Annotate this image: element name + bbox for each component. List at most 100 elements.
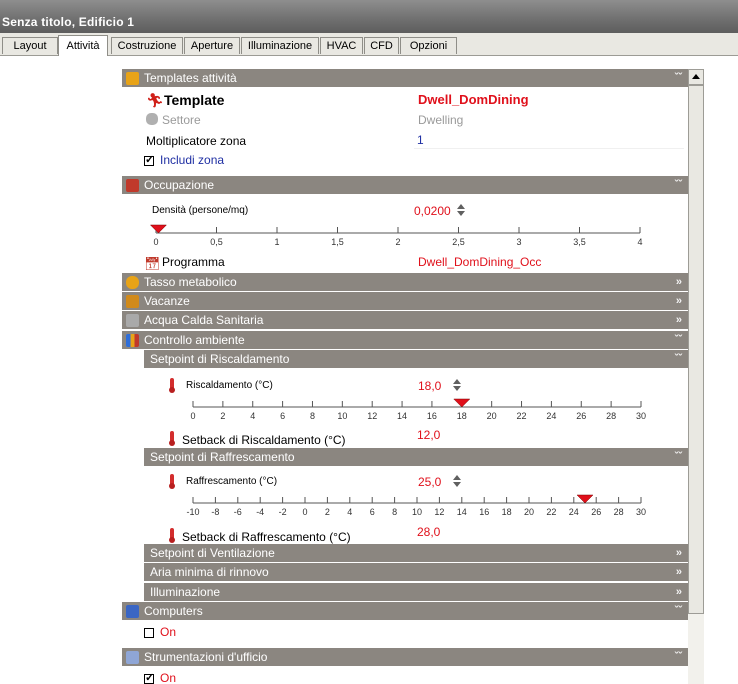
- section-occupazione-header[interactable]: Occupazione ˇˇ: [122, 176, 688, 194]
- scroll-up-button[interactable]: [688, 69, 704, 85]
- scale-tick-label: 10: [412, 507, 422, 517]
- collapse-chevron-icon[interactable]: ˇˇ: [675, 331, 682, 349]
- raffrescamento-slider[interactable]: -10 -8 -6 -4 -2 0 2 4 6 8 10 12 14 16 18 20 22 24 26 28 30: [122, 489, 688, 521]
- subsection-riscaldamento-header[interactable]: Setpoint di Riscaldamento ˇˇ: [144, 350, 688, 368]
- scale-tick-label: 18: [502, 507, 512, 517]
- tab-aperture[interactable]: Aperture: [184, 37, 240, 54]
- scale-tick-label: 4: [637, 237, 642, 247]
- collapse-chevron-icon[interactable]: ˇˇ: [675, 648, 682, 666]
- section-vacanze-header[interactable]: Vacanze »: [122, 292, 688, 310]
- collapse-chevron-icon[interactable]: ˇˇ: [675, 448, 682, 466]
- scale-tick-label: 4: [250, 411, 255, 421]
- includi-zona-checkbox[interactable]: ✓: [144, 154, 154, 166]
- scale-tick-label: 14: [397, 411, 407, 421]
- vertical-scrollbar[interactable]: [688, 69, 704, 684]
- densita-value[interactable]: 0,0200: [414, 204, 451, 218]
- tab-opzioni[interactable]: Opzioni: [400, 37, 457, 54]
- collapse-chevron-icon[interactable]: ˇˇ: [675, 602, 682, 620]
- scale-tick-label: 22: [546, 507, 556, 517]
- riscaldamento-value[interactable]: 18,0: [418, 379, 441, 393]
- riscaldamento-spinner[interactable]: [452, 379, 461, 391]
- office-equipment-icon: [126, 651, 139, 664]
- template-value[interactable]: Dwell_DomDining: [418, 92, 529, 107]
- subsection-label: Aria minima di rinnovo: [150, 565, 269, 579]
- slider-thumb[interactable]: [149, 224, 168, 234]
- scale-tick-label: 18: [457, 411, 467, 421]
- strumentazioni-on-checkbox[interactable]: ✓: [144, 672, 154, 684]
- setback-raffrescamento-input[interactable]: 28,0: [414, 524, 684, 541]
- expand-chevron-icon[interactable]: »: [676, 544, 682, 562]
- scroll-thumb[interactable]: [688, 85, 704, 614]
- scale-tick-label: 20: [524, 507, 534, 517]
- settore-label: Settore: [162, 113, 201, 127]
- tab-attivita[interactable]: Attività: [58, 35, 108, 56]
- tab-illuminazione[interactable]: Illuminazione: [241, 37, 319, 54]
- scale-tick-label: 0,5: [210, 237, 223, 247]
- moltiplicatore-value: 1: [417, 133, 424, 147]
- section-label: Controllo ambiente: [144, 333, 245, 347]
- window-titlebar: Senza titolo, Edificio 1: [0, 0, 738, 33]
- slider-thumb[interactable]: [576, 494, 594, 504]
- raffrescamento-spinner[interactable]: [452, 475, 461, 487]
- subsection-aria-header[interactable]: Aria minima di rinnovo »: [144, 563, 688, 581]
- subsection-illuminazione-header[interactable]: Illuminazione »: [144, 583, 688, 601]
- section-tasso-header[interactable]: Tasso metabolico »: [122, 273, 688, 291]
- section-label: Vacanze: [144, 294, 190, 308]
- scale-tick-label: 16: [479, 507, 489, 517]
- scale-tick-label: 12: [367, 411, 377, 421]
- subsection-raffrescamento-header[interactable]: Setpoint di Raffrescamento ˇˇ: [144, 448, 688, 466]
- activity-panel: Templates attività ˇˇ 🏃︎ Template Dwell_…: [122, 69, 688, 684]
- subsection-ventilazione-header[interactable]: Setpoint di Ventilazione »: [144, 544, 688, 562]
- scale-tick-label: 2: [325, 507, 330, 517]
- scale-tick-label: 28: [614, 507, 624, 517]
- section-templates-header[interactable]: Templates attività ˇˇ: [122, 69, 688, 87]
- expand-chevron-icon[interactable]: »: [676, 583, 682, 601]
- section-computers-header[interactable]: Computers ˇˇ: [122, 602, 688, 620]
- tab-hvac[interactable]: HVAC: [320, 37, 363, 54]
- raffrescamento-value[interactable]: 25,0: [418, 475, 441, 489]
- setback-riscaldamento-input[interactable]: 12,0: [414, 427, 684, 444]
- scale-tick-label: 20: [487, 411, 497, 421]
- scale-tick-label: 2: [395, 237, 400, 247]
- scale-tick-label: 0: [153, 237, 158, 247]
- programma-icon: 📅︎: [144, 256, 161, 271]
- hot-water-icon: [126, 314, 139, 327]
- scale-tick-label: 6: [370, 507, 375, 517]
- moltiplicatore-input[interactable]: 1: [414, 132, 684, 149]
- subsection-label: Setpoint di Riscaldamento: [150, 352, 290, 366]
- densita-slider[interactable]: 0 0,5 1 1,5 2 2,5 3 3,5 4: [122, 219, 688, 253]
- arrow-up-icon: [692, 74, 700, 79]
- scale-tick-label: 1: [274, 237, 279, 247]
- section-controllo-header[interactable]: Controllo ambiente ˇˇ: [122, 331, 688, 349]
- thermometer-icon: [169, 431, 175, 446]
- template-label: Template: [164, 92, 225, 108]
- tab-cfd[interactable]: CFD: [364, 37, 399, 54]
- computers-on-checkbox[interactable]: [144, 628, 154, 638]
- scale-tick-label: 1,5: [331, 237, 344, 247]
- collapse-chevron-icon[interactable]: ˇˇ: [675, 350, 682, 368]
- scale-tick-label: 12: [434, 507, 444, 517]
- densita-spinner[interactable]: [456, 204, 465, 216]
- tab-costruzione[interactable]: Costruzione: [111, 37, 183, 54]
- includi-zona-label: Includi zona: [160, 153, 225, 167]
- thermometer-icon: [169, 528, 175, 543]
- expand-chevron-icon[interactable]: »: [676, 273, 682, 291]
- moltiplicatore-label: Moltiplicatore zona: [146, 134, 247, 148]
- collapse-chevron-icon[interactable]: ˇˇ: [675, 176, 682, 194]
- slider-thumb[interactable]: [453, 398, 471, 408]
- tab-layout[interactable]: Layout: [2, 37, 58, 54]
- computer-icon: [126, 605, 139, 618]
- section-label: Strumentazioni d'ufficio: [144, 650, 268, 664]
- scale-tick-label: 16: [427, 411, 437, 421]
- templates-icon: [126, 72, 139, 85]
- expand-chevron-icon[interactable]: »: [676, 563, 682, 581]
- section-strumentazioni-header[interactable]: Strumentazioni d'ufficio ˇˇ: [122, 648, 688, 666]
- programma-value[interactable]: Dwell_DomDining_Occ: [418, 255, 541, 269]
- collapse-chevron-icon[interactable]: ˇˇ: [675, 69, 682, 87]
- subsection-label: Illuminazione: [150, 585, 221, 599]
- expand-chevron-icon[interactable]: »: [676, 292, 682, 310]
- riscaldamento-slider[interactable]: 0 2 4 6 8 10 12 14 16 18 20 22 24 26 28 30: [122, 393, 688, 425]
- section-acqua-header[interactable]: Acqua Calda Sanitaria »: [122, 311, 688, 329]
- expand-chevron-icon[interactable]: »: [676, 311, 682, 329]
- raffrescamento-label: Raffrescamento (°C): [186, 476, 278, 487]
